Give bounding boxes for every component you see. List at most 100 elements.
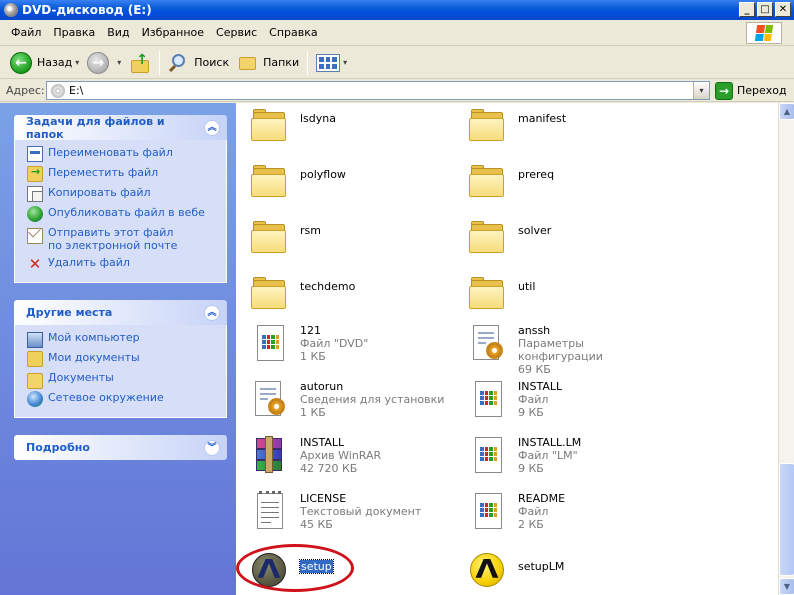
- folder-icon: [468, 162, 506, 200]
- file-item[interactable]: README Файл 2 КБ: [454, 489, 669, 545]
- forward-arrow-icon: →: [87, 51, 110, 74]
- file-name: INSTALL: [518, 380, 563, 393]
- file-name: util: [518, 280, 536, 293]
- file-item[interactable]: prereq: [454, 159, 669, 215]
- file-item[interactable]: manifest: [454, 103, 669, 159]
- file-name: lsdyna: [300, 112, 336, 125]
- menu-favorites[interactable]: Избранное: [136, 26, 210, 39]
- folder-icon: [27, 373, 43, 389]
- forward-button[interactable]: → ▾: [83, 50, 125, 76]
- close-button[interactable]: ✕: [775, 2, 791, 17]
- menu-tools[interactable]: Сервис: [210, 26, 263, 39]
- vertical-scrollbar[interactable]: ▲ ▼: [778, 103, 794, 595]
- file-size: 2 КБ: [518, 518, 544, 531]
- toolbar-separator: [159, 50, 161, 75]
- file-size: 42 720 КБ: [300, 462, 358, 475]
- menu-file[interactable]: Файл: [0, 26, 47, 39]
- file-name: setupLM: [518, 560, 565, 573]
- views-button[interactable]: ▾: [312, 50, 351, 76]
- task-delete-file[interactable]: ✕ Удалить файл: [27, 256, 218, 276]
- menu-bar: Файл Правка Вид Избранное Сервис Справка: [0, 20, 794, 46]
- file-item[interactable]: solver: [454, 215, 669, 271]
- file-item[interactable]: util: [454, 271, 669, 327]
- menu-view[interactable]: Вид: [101, 26, 135, 39]
- go-arrow-icon: →: [715, 81, 733, 100]
- file-item[interactable]: anssh Параметры конфигурации 69 КБ: [454, 321, 669, 377]
- task-move-file[interactable]: Переместить файл: [27, 165, 218, 186]
- task-copy-file[interactable]: Копировать файл: [27, 186, 218, 206]
- back-dropdown-icon[interactable]: ▾: [75, 58, 79, 67]
- place-label: Документы: [48, 371, 114, 384]
- file-item[interactable]: INSTALL Архив WinRAR 42 720 КБ: [236, 433, 451, 489]
- back-button-label: Назад: [37, 56, 73, 69]
- file-item[interactable]: INSTALL.LM Файл "LM" 9 КБ: [454, 433, 669, 489]
- copy-icon: [27, 186, 43, 202]
- other-places-panel: Другие места ︽ Мой компьютер Мои докумен…: [14, 300, 227, 418]
- file-item[interactable]: autorun Сведения для установки 1 КБ: [236, 377, 451, 433]
- file-name: 121: [300, 324, 321, 337]
- task-email-file[interactable]: Отправить этот файл по электронной почте: [27, 226, 218, 256]
- setup-info-icon: [250, 380, 288, 418]
- address-input[interactable]: E:\ ▾: [46, 81, 710, 100]
- file-tasks-header[interactable]: Задачи для файлов и папок ︽: [14, 114, 227, 141]
- place-my-documents[interactable]: Мои документы: [27, 351, 218, 371]
- task-label: Отправить этот файл по электронной почте: [48, 226, 178, 252]
- task-label: Опубликовать файл в вебе: [48, 206, 205, 219]
- scroll-thumb[interactable]: [779, 463, 794, 576]
- forward-dropdown-icon[interactable]: ▾: [117, 58, 121, 67]
- document-icon: [250, 324, 288, 362]
- folder-icon: [468, 274, 506, 312]
- menu-help[interactable]: Справка: [263, 26, 323, 39]
- other-places-header[interactable]: Другие места ︽: [14, 300, 227, 325]
- file-tasks-title: Задачи для файлов и папок: [26, 114, 165, 141]
- address-label: Адрес:: [6, 84, 45, 97]
- task-publish-web[interactable]: Опубликовать файл в вебе: [27, 206, 218, 226]
- file-name: rsm: [300, 224, 321, 237]
- menu-edit[interactable]: Правка: [47, 26, 101, 39]
- minimize-button[interactable]: _: [739, 2, 755, 17]
- file-list: lsdyna manifest polyflow prereq rsm solv…: [236, 103, 778, 595]
- address-dropdown-icon[interactable]: ▾: [693, 82, 709, 99]
- dvd-icon: [51, 83, 65, 98]
- file-item-selected[interactable]: Λ setup: [236, 547, 451, 595]
- file-size: 69 КБ: [518, 363, 551, 376]
- scroll-down-button[interactable]: ▼: [779, 578, 794, 595]
- file-tasks-panel: Задачи для файлов и папок ︽ Переименоват…: [14, 115, 227, 283]
- file-type: Файл: [518, 393, 549, 406]
- file-item[interactable]: 121 Файл "DVD" 1 КБ: [236, 321, 451, 377]
- collapse-chevron-icon[interactable]: ︽: [204, 119, 220, 136]
- file-item[interactable]: LICENSE Текстовый документ 45 КБ: [236, 489, 451, 545]
- file-type: Файл "DVD": [300, 337, 369, 350]
- task-label: Переименовать файл: [48, 146, 173, 159]
- file-item[interactable]: polyflow: [236, 159, 451, 215]
- file-item[interactable]: rsm: [236, 215, 451, 271]
- folder-icon: [250, 218, 288, 256]
- folder-icon: [468, 106, 506, 144]
- task-rename-file[interactable]: Переименовать файл: [27, 146, 218, 166]
- config-settings-icon: [468, 324, 506, 362]
- folder-icon: [250, 106, 288, 144]
- maximize-button[interactable]: □: [757, 2, 773, 17]
- folders-button[interactable]: Папки: [233, 50, 303, 76]
- up-button[interactable]: ↑: [125, 50, 155, 76]
- file-item[interactable]: techdemo: [236, 271, 451, 327]
- back-button[interactable]: ← Назад ▾: [6, 50, 83, 76]
- search-icon: [168, 52, 190, 74]
- file-size: 45 КБ: [300, 518, 333, 531]
- views-dropdown-icon[interactable]: ▾: [343, 58, 347, 67]
- winrar-archive-icon: [250, 436, 288, 474]
- place-network[interactable]: Сетевое окружение: [27, 391, 218, 411]
- file-item[interactable]: Λ setupLM: [454, 547, 669, 595]
- place-my-computer[interactable]: Мой компьютер: [27, 331, 218, 351]
- file-item[interactable]: INSTALL Файл 9 КБ: [454, 377, 669, 433]
- place-documents[interactable]: Документы: [27, 371, 218, 391]
- file-name: techdemo: [300, 280, 356, 293]
- expand-chevron-icon[interactable]: ︾: [204, 439, 220, 456]
- scroll-up-button[interactable]: ▲: [779, 103, 794, 120]
- file-item[interactable]: lsdyna: [236, 103, 451, 159]
- collapse-chevron-icon[interactable]: ︽: [204, 304, 220, 321]
- folder-icon: [250, 274, 288, 312]
- search-button[interactable]: Поиск: [164, 50, 233, 76]
- go-button[interactable]: → Переход: [715, 81, 787, 100]
- details-header[interactable]: Подробно ︾: [14, 435, 227, 460]
